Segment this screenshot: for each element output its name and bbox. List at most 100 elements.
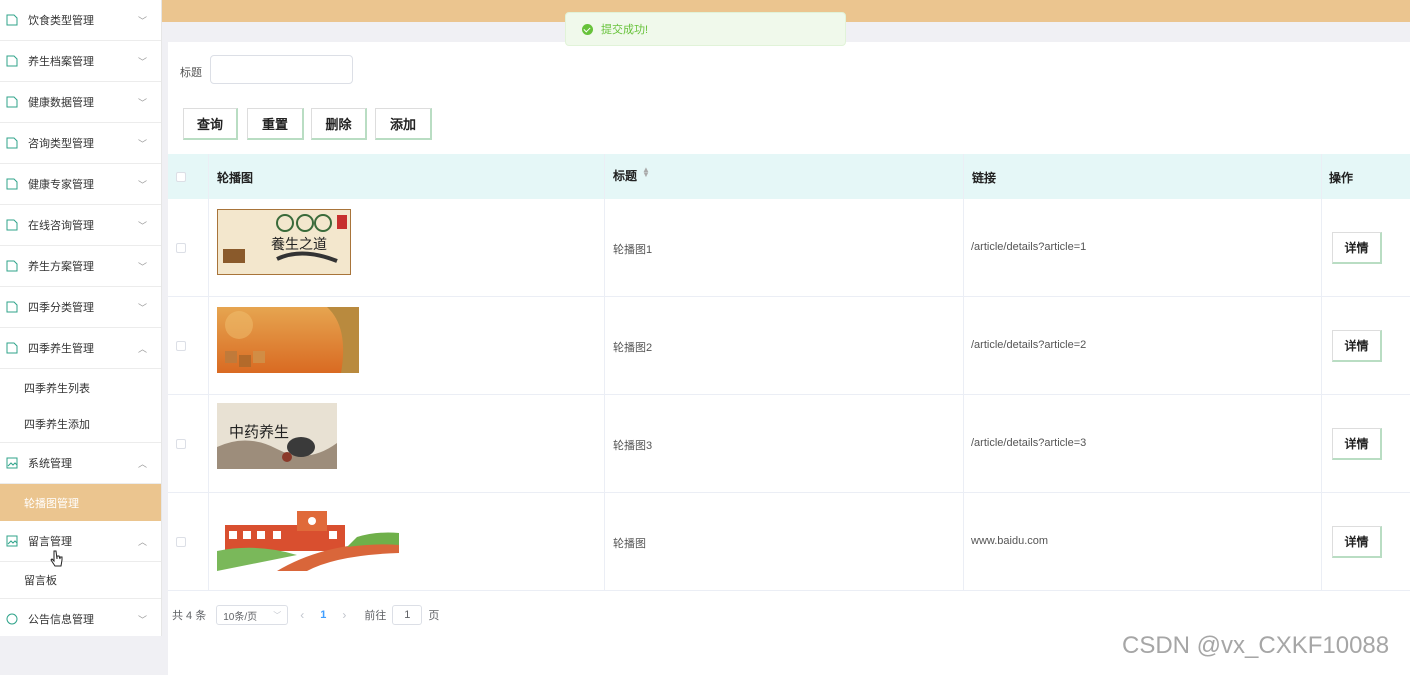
row-checkbox[interactable] [176, 537, 186, 547]
sort-icon[interactable]: ▲ ▼ [642, 166, 650, 179]
row-link: /article/details?article=2 [971, 339, 1087, 351]
menu-item-season-category[interactable]: 四季分类管理 ﹀ [0, 287, 161, 328]
chevron-up-icon: ︿ [137, 458, 147, 469]
row-link: /article/details?article=1 [971, 241, 1087, 253]
menu-label: 系统管理 [28, 458, 72, 470]
table-header: 轮播图 标题 ▲ ▼ 链接 操作 [168, 154, 1410, 199]
file-icon [6, 219, 18, 231]
menu-item-online-consult[interactable]: 在线咨询管理 ﹀ [0, 205, 161, 246]
detail-button[interactable]: 详情 [1332, 526, 1382, 558]
menu-label: 饮食类型管理 [28, 15, 94, 27]
detail-button[interactable]: 详情 [1332, 330, 1382, 362]
picture-icon [6, 535, 18, 547]
file-icon [6, 14, 18, 26]
carousel-image-2 [217, 307, 359, 373]
chevron-down-icon: ﹀ [137, 614, 147, 625]
carousel-image-3: 中药养生 [217, 403, 337, 469]
pagination: 共 4 条 10条/页 ﹀ ‹ 1 › 前往 1 页 [172, 604, 439, 626]
header-action: 操作 [1329, 171, 1354, 185]
success-check-icon [582, 23, 593, 35]
row-checkbox[interactable] [176, 341, 186, 351]
row-link: www.baidu.com [971, 535, 1049, 547]
menu-item-health-plan[interactable]: 养生方案管理 ﹀ [0, 246, 161, 287]
file-icon [6, 301, 18, 313]
menu-label: 四季养生管理 [28, 343, 94, 355]
carousel-image-1: 養生之道 [217, 209, 351, 275]
row-title: 轮播图1 [613, 244, 653, 256]
image-caption: 中药养生 [229, 423, 289, 441]
menu-item-diet-type[interactable]: 饮食类型管理 ﹀ [0, 0, 161, 41]
table-row: 轮播图2 /article/details?article=2 详情 [168, 297, 1410, 395]
prev-page-button[interactable]: ‹ [300, 608, 304, 622]
sub-item-message-board[interactable]: 留言板 [0, 562, 161, 599]
page-suffix: 页 [428, 610, 440, 622]
watermark: CSDN @vx_CXKF10088 [1122, 632, 1390, 659]
picture-icon [6, 457, 18, 469]
page-size-value: 10条/页 [223, 611, 258, 623]
menu-item-message[interactable]: 留言管理 ︿ [0, 521, 161, 562]
menu-label: 健康数据管理 [28, 97, 94, 109]
menu-item-health-archive[interactable]: 养生档案管理 ﹀ [0, 41, 161, 82]
success-toast: 提交成功! [565, 12, 846, 46]
menu-label: 留言管理 [28, 536, 72, 548]
menu-item-system[interactable]: 系统管理 ︿ [0, 443, 161, 484]
file-icon [6, 178, 18, 190]
row-checkbox[interactable] [176, 243, 186, 253]
title-search-input[interactable] [210, 55, 353, 84]
file-icon [6, 137, 18, 149]
header-title: 标题 [613, 169, 638, 183]
sub-item-season-list[interactable]: 四季养生列表 [0, 369, 161, 406]
chevron-up-icon: ︿ [137, 343, 147, 354]
menu-label: 四季分类管理 [28, 302, 94, 314]
chevron-down-icon: ﹀ [137, 15, 147, 26]
table-row: 中药养生 轮播图3 /article/details?article=3 详情 [168, 395, 1410, 493]
chevron-down-icon: ﹀ [137, 138, 147, 149]
table-row: 養生之道 轮播图1 /article/details?article=1 详情 [168, 199, 1410, 297]
row-title: 轮播图 [613, 538, 646, 550]
chevron-down-icon: ﹀ [137, 220, 147, 231]
reset-button[interactable]: 重置 [247, 108, 304, 140]
menu-item-season-health[interactable]: 四季养生管理 ︿ [0, 328, 161, 369]
menu-item-notice[interactable]: 公告信息管理 ﹀ [0, 599, 161, 636]
header-title-sortable[interactable]: 标题 ▲ ▼ [605, 154, 964, 199]
chevron-down-icon: ﹀ [137, 97, 147, 108]
page-size-select[interactable]: 10条/页 ﹀ [216, 605, 289, 625]
goto-page-input[interactable]: 1 [392, 605, 423, 625]
chevron-down-icon: ﹀ [273, 610, 282, 620]
main-content: 标题 查询 重置 删除 添加 轮播图 标题 ▲ ▼ 链接 操作 養生之道 轮播图… [168, 42, 1410, 675]
chevron-down-icon: ﹀ [137, 56, 147, 67]
file-icon [6, 260, 18, 272]
menu-label: 咨询类型管理 [28, 138, 94, 150]
next-page-button[interactable]: › [342, 608, 346, 622]
sub-item-season-add[interactable]: 四季养生添加 [0, 406, 161, 443]
hand-cursor-icon [50, 550, 63, 567]
query-button[interactable]: 查询 [183, 108, 238, 140]
row-link: /article/details?article=3 [971, 437, 1087, 449]
table-row: 轮播图 www.baidu.com 详情 [168, 493, 1410, 591]
detail-button[interactable]: 详情 [1332, 232, 1382, 264]
search-label: 标题 [180, 67, 202, 79]
toast-message: 提交成功! [601, 24, 649, 36]
total-count: 共 4 条 [172, 610, 207, 622]
info-icon [6, 613, 18, 625]
add-button[interactable]: 添加 [375, 108, 432, 140]
chevron-up-icon: ︿ [137, 536, 147, 547]
header-image: 轮播图 [217, 171, 254, 185]
menu-item-health-expert[interactable]: 健康专家管理 ﹀ [0, 164, 161, 205]
menu-label: 公告信息管理 [28, 614, 94, 626]
header-link: 链接 [972, 171, 997, 185]
current-page[interactable]: 1 [320, 609, 326, 621]
menu-label: 养生方案管理 [28, 261, 94, 273]
menu-item-health-data[interactable]: 健康数据管理 ﹀ [0, 82, 161, 123]
delete-button[interactable]: 删除 [311, 108, 367, 140]
detail-button[interactable]: 详情 [1332, 428, 1382, 460]
menu-label: 在线咨询管理 [28, 220, 94, 232]
chevron-down-icon: ﹀ [137, 261, 147, 272]
row-checkbox[interactable] [176, 439, 186, 449]
sub-item-carousel[interactable]: 轮播图管理 [0, 484, 161, 521]
select-all-checkbox[interactable] [176, 172, 186, 182]
menu-item-consult-type[interactable]: 咨询类型管理 ﹀ [0, 123, 161, 164]
menu-label: 健康专家管理 [28, 179, 94, 191]
file-icon [6, 342, 18, 354]
row-title: 轮播图3 [613, 440, 653, 452]
